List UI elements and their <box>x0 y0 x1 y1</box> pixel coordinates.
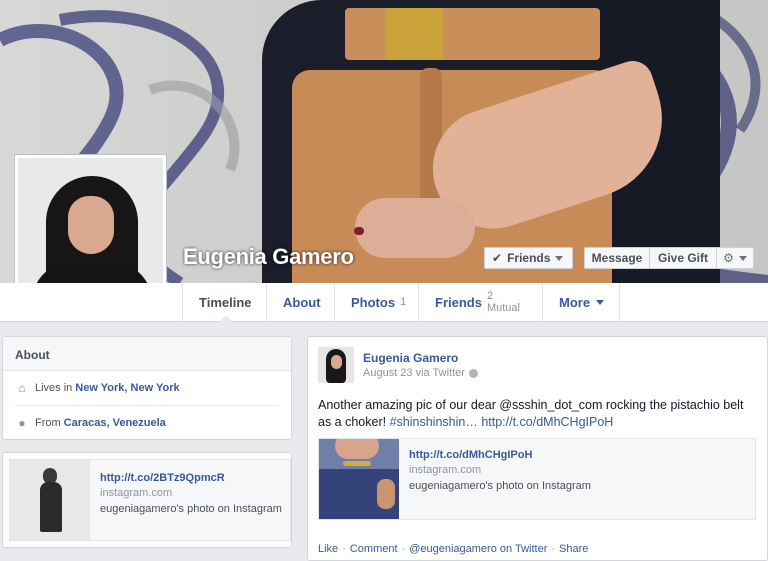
share-link[interactable]: Share <box>559 543 588 555</box>
give-gift-button[interactable]: Give Gift <box>649 247 717 269</box>
link-preview-image[interactable] <box>10 460 90 540</box>
tab-label: Friends <box>435 294 482 310</box>
post-url-link[interactable]: http://t.co/dMhCHgIPoH <box>481 415 613 429</box>
shared-link-url[interactable]: http://t.co/dMhCHgIPoH <box>409 449 532 461</box>
about-title[interactable]: About <box>3 337 291 371</box>
shared-link-preview[interactable]: http://t.co/dMhCHgIPoH instagram.com eug… <box>318 438 756 520</box>
settings-menu-button[interactable]: ⚙ <box>716 247 754 269</box>
link-preview[interactable]: http://t.co/2BTz9QpmcR instagram.com eug… <box>9 459 291 541</box>
profile-face <box>68 196 114 254</box>
home-icon: ⌂ <box>18 381 26 395</box>
cover-belt <box>345 8 600 60</box>
cover-hand <box>355 198 475 258</box>
shared-link-domain: instagram.com <box>409 464 482 476</box>
separator: · <box>401 543 406 555</box>
comment-link[interactable]: Comment <box>350 543 398 555</box>
left-photo-card: http://t.co/2BTz9QpmcR instagram.com eug… <box>2 452 292 548</box>
friends-button[interactable]: ✔ Friends <box>484 247 573 269</box>
tab-photos[interactable]: Photos 1 <box>334 283 418 321</box>
message-button[interactable]: Message <box>584 247 650 269</box>
tab-count: 1 <box>400 296 407 308</box>
location-pin-icon: ● <box>18 415 26 430</box>
chevron-down-icon <box>555 255 564 261</box>
check-icon: ✔ <box>492 251 503 265</box>
like-link[interactable]: Like <box>318 543 338 555</box>
profile-tab-bar: Timeline About Photos 1 Friends 2 Mutual… <box>0 283 768 322</box>
avatar-face <box>331 355 342 369</box>
about-lives-row: ⌂ Lives in New York, New York <box>3 371 291 405</box>
image-face <box>335 439 379 459</box>
tab-label: About <box>283 294 321 310</box>
post-meta: August 23 via Twitter <box>363 367 478 379</box>
tab-friends[interactable]: Friends 2 Mutual <box>418 283 542 321</box>
shared-link-caption: eugeniagamero's photo on Instagram <box>409 480 591 492</box>
tab-label: Photos <box>351 294 396 310</box>
post-author[interactable]: Eugenia Gamero <box>363 351 458 365</box>
tab-count: 2 Mutual <box>486 290 520 314</box>
lives-prefix: Lives in <box>35 382 73 394</box>
from-prefix: From <box>35 416 61 429</box>
tab-more[interactable]: More <box>542 283 620 321</box>
preview-link[interactable]: http://t.co/2BTz9QpmcR <box>100 472 225 484</box>
post-actions: Like · Comment · @eugeniagamero on Twitt… <box>318 543 588 555</box>
twitter-source-link[interactable]: @eugeniagamero on Twitter <box>409 543 547 555</box>
globe-icon <box>468 368 478 378</box>
chevron-down-icon <box>738 255 747 261</box>
tab-label: Timeline <box>199 294 252 310</box>
image-hand <box>377 479 395 509</box>
timeline-post: Eugenia Gamero August 23 via Twitter Ano… <box>307 336 768 561</box>
separator: · <box>551 543 556 555</box>
give-gift-button-label: Give Gift <box>657 251 708 265</box>
cover-nail <box>354 227 364 235</box>
post-timestamp[interactable]: August 23 via Twitter <box>363 367 465 379</box>
cover-buckle <box>385 8 443 60</box>
separator: · <box>342 543 346 555</box>
hashtag-link[interactable]: #shinshinshin… <box>390 415 478 429</box>
active-tab-indicator <box>219 315 233 322</box>
tab-about[interactable]: About <box>266 283 334 321</box>
avatar[interactable] <box>318 347 354 383</box>
lives-link[interactable]: New York, New York <box>75 382 179 394</box>
tab-label: More <box>559 294 591 310</box>
about-box: About ⌂ Lives in New York, New York ● Fr… <box>2 336 292 440</box>
chevron-down-icon <box>596 299 605 305</box>
figure-body <box>40 482 62 532</box>
profile-name[interactable]: Eugenia Gamero <box>183 244 354 270</box>
image-choker <box>343 461 371 466</box>
preview-caption: eugeniagamero's photo on Instagram <box>100 503 282 515</box>
friends-button-label: Friends <box>507 251 551 265</box>
preview-domain: instagram.com <box>100 487 173 499</box>
shared-link-image[interactable] <box>319 439 399 519</box>
about-from-row: ● From Caracas, Venezuela <box>15 405 279 439</box>
message-button-label: Message <box>591 251 643 265</box>
post-text: Another amazing pic of our dear @ssshin_… <box>318 397 758 431</box>
gear-icon: ⚙ <box>723 251 734 265</box>
from-link[interactable]: Caracas, Venezuela <box>64 417 166 429</box>
